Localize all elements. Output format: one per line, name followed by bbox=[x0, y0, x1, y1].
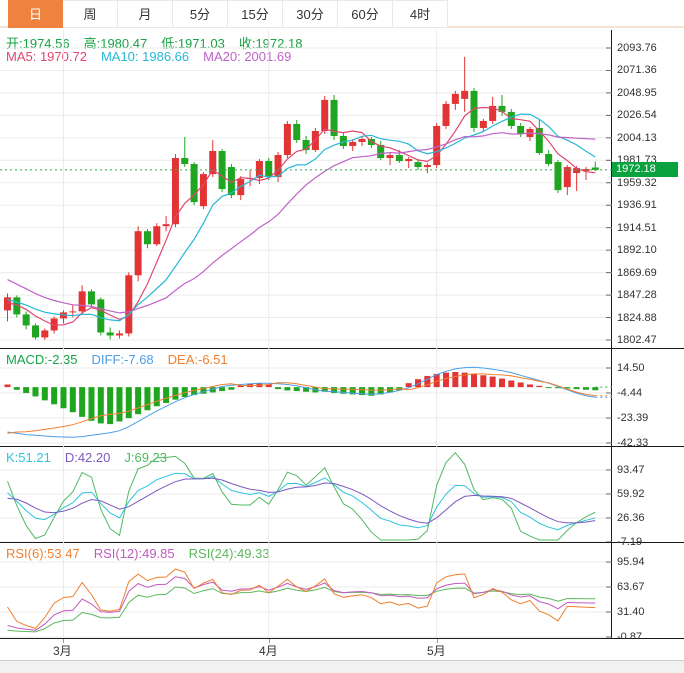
rsi-chart-svg[interactable] bbox=[0, 542, 612, 638]
month-label: 4月 bbox=[259, 644, 278, 658]
tab-60分[interactable]: 60分 bbox=[338, 0, 393, 28]
y-axis-label: 2026.54 bbox=[617, 109, 657, 122]
x-axis: 3月 4月 5月 bbox=[0, 639, 684, 660]
month-label: 3月 bbox=[53, 644, 72, 658]
y-axis-label: 63.67 bbox=[617, 581, 645, 593]
tab-4时[interactable]: 4时 bbox=[393, 0, 448, 28]
y-axis-label: 1824.88 bbox=[617, 311, 657, 324]
y-axis-label: -4.44 bbox=[617, 386, 643, 399]
y-axis-label: -23.39 bbox=[617, 412, 649, 424]
tab-日[interactable]: 日 bbox=[8, 0, 63, 28]
y-axis-label: 2048.95 bbox=[617, 86, 657, 99]
ma5-line bbox=[7, 106, 596, 326]
ma20-line bbox=[7, 132, 596, 314]
candles-group bbox=[4, 56, 599, 340]
y-axis-label: 93.47 bbox=[617, 464, 645, 476]
y-axis-label: 1892.10 bbox=[617, 244, 657, 257]
tab-月[interactable]: 月 bbox=[118, 0, 173, 28]
y-axis-label: 59.92 bbox=[617, 487, 645, 500]
kline-chart-app: 日周月 5分 15分 30分 60分 4时 开:1974.56 高:1980.47 低:1… bbox=[0, 0, 684, 673]
y-axis-label: 1802.47 bbox=[617, 334, 657, 346]
dea-line bbox=[7, 373, 596, 434]
ma10-line bbox=[7, 113, 596, 322]
main-chart-svg[interactable] bbox=[0, 30, 612, 348]
y-axis-label: -42.33 bbox=[617, 437, 649, 449]
month-label: 5月 bbox=[427, 644, 446, 658]
y-axis-label: 1936.91 bbox=[617, 199, 657, 212]
y-axis-label: 26.36 bbox=[617, 512, 645, 524]
diff-line bbox=[7, 366, 596, 438]
tab-周[interactable]: 周 bbox=[63, 0, 118, 28]
bottom-scrollbar-strip[interactable] bbox=[0, 660, 684, 673]
macd-histogram bbox=[4, 371, 599, 425]
macd-chart-svg[interactable] bbox=[0, 348, 612, 446]
y-axis-label: 1869.69 bbox=[617, 266, 657, 279]
tab-30分[interactable]: 30分 bbox=[283, 0, 338, 28]
y-axis-label: 1847.28 bbox=[617, 289, 657, 302]
y-axis-label: 14.50 bbox=[617, 362, 645, 374]
y-axis-label: 31.40 bbox=[617, 606, 645, 618]
tab-5分[interactable]: 5分 bbox=[173, 0, 228, 28]
y-axis-label: 2004.13 bbox=[617, 131, 657, 144]
current-price-tag: 1972.18 bbox=[612, 162, 678, 177]
period-tabbar: 日周月 5分 15分 30分 60分 4时 bbox=[0, 0, 684, 28]
y-axis-label: 1959.32 bbox=[617, 176, 657, 189]
kdj-chart-svg[interactable] bbox=[0, 446, 612, 542]
y-axis-label: 1914.51 bbox=[617, 221, 657, 234]
tab-15分[interactable]: 15分 bbox=[228, 0, 283, 28]
j-line bbox=[7, 451, 596, 541]
y-axis-label: 2071.36 bbox=[617, 64, 657, 77]
rsi6-line bbox=[7, 568, 596, 629]
y-axis-label: 95.94 bbox=[617, 556, 645, 568]
y-axis-label: 2093.76 bbox=[617, 42, 657, 54]
rsi12-line bbox=[7, 576, 596, 631]
k-line bbox=[7, 472, 596, 531]
